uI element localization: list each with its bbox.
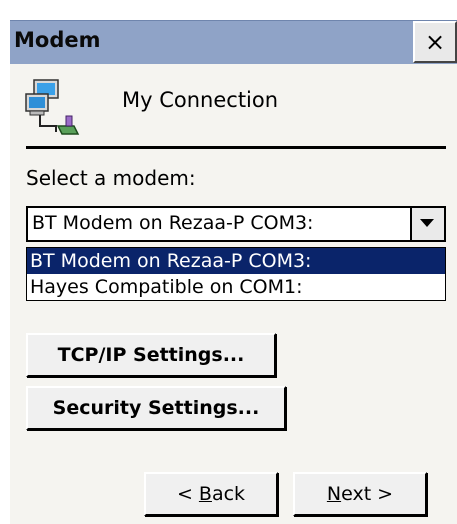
dropdown-option[interactable]: BT Modem on Rezaa-P COM3: [27, 248, 445, 274]
connection-name: My Connection [122, 88, 279, 112]
modem-dropdown-list: BT Modem on Rezaa-P COM3: Hayes Compatib… [26, 247, 446, 301]
security-settings-button[interactable]: Security Settings... [26, 386, 286, 430]
separator [26, 146, 446, 149]
combobox-value: BT Modem on Rezaa-P COM3: [32, 212, 314, 234]
chevron-down-icon [420, 219, 434, 227]
close-button[interactable]: × [413, 21, 457, 63]
tcpip-settings-button[interactable]: TCP/IP Settings... [26, 333, 276, 377]
next-label: ext > [341, 483, 394, 505]
dialog-body: My Connection Select a modem: BT Modem o… [10, 64, 457, 524]
dropdown-button[interactable] [410, 208, 444, 240]
modem-combobox[interactable]: BT Modem on Rezaa-P COM3: [26, 206, 446, 242]
back-button[interactable]: < Back [144, 472, 278, 516]
back-mnemonic: B [198, 483, 212, 505]
dropdown-option[interactable]: Hayes Compatible on COM1: [27, 274, 445, 300]
window-title: Modem [14, 28, 101, 52]
select-modem-label: Select a modem: [26, 166, 196, 190]
top-border [0, 0, 457, 18]
close-icon: × [424, 28, 446, 56]
back-label: ack [211, 483, 246, 505]
network-connection-icon [22, 76, 86, 140]
back-prefix: < [176, 483, 199, 505]
next-mnemonic: N [326, 483, 342, 505]
next-button[interactable]: Next > [293, 472, 427, 516]
title-bar: Modem × [10, 20, 457, 64]
